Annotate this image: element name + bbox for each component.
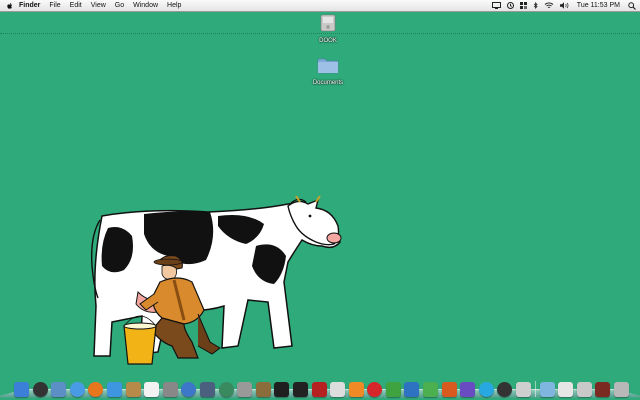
status-area: Tue 11:53 PM [486,0,636,11]
wifi-icon[interactable] [544,2,554,9]
dock-address-book-icon[interactable] [125,382,141,397]
dock-trash-icon[interactable] [614,382,629,397]
screen-mirror-icon[interactable] [491,2,501,9]
dock-preview-icon[interactable] [51,382,67,397]
dock-finder-icon[interactable] [14,382,29,397]
spotlight-search-icon[interactable] [628,1,636,10]
menu-clock[interactable]: Tue 11:53 PM [577,2,620,9]
dock-downloads-stack-icon[interactable] [595,382,611,397]
dock-transmission-icon[interactable] [330,382,346,397]
dock-spaces-icon[interactable] [199,382,215,397]
dock-word-icon[interactable] [404,382,420,397]
folder-icon [317,58,339,74]
dock-dashboard-icon[interactable] [32,382,48,397]
dock-vlc-icon[interactable] [348,382,364,397]
dock-system-preferences-icon[interactable] [162,382,178,397]
spaces-icon[interactable] [519,2,527,9]
dock-ical-icon[interactable] [144,382,160,397]
menu-app-finder[interactable]: Finder [19,0,40,11]
wallpaper-cow-milking-illustration [90,196,342,365]
menu-window[interactable]: Window [133,0,158,11]
dock-skype-icon[interactable] [478,382,494,397]
dock-excel-icon[interactable] [385,382,401,397]
dock-time-machine-icon[interactable] [218,382,234,397]
menu-file[interactable]: File [49,0,60,11]
dock-firefox-icon[interactable] [88,382,104,397]
menu-bar: Finder File Edit View Go Window Help Tue… [0,0,640,12]
dock-applications-folder-icon[interactable] [539,382,555,397]
dock-photo-booth-icon[interactable] [311,382,327,397]
dock-numbers-icon[interactable] [423,382,439,397]
dock-terminal-icon[interactable] [292,382,308,397]
dock-separator [534,381,536,397]
menu-edit[interactable]: Edit [70,0,82,11]
dock-activity-monitor-icon[interactable] [274,382,290,397]
desktop-icon-label: DOOK [319,38,337,44]
desktop-icon-label: Documents [312,80,344,86]
dock-itunes-icon[interactable] [181,382,197,397]
dock-powerpoint-icon[interactable] [441,382,457,397]
dock [14,375,634,397]
dock-keynote-icon[interactable] [460,382,476,397]
dock-safari-icon[interactable] [69,382,85,397]
apple-menu-icon[interactable] [6,2,14,10]
dock-mail-stack-icon[interactable] [576,382,592,397]
menu-view[interactable]: View [91,0,106,11]
dock-steam-icon[interactable] [497,382,513,397]
volume-icon[interactable] [559,2,569,9]
dock-ichat-icon[interactable] [106,382,122,397]
dock-documents-stack-icon[interactable] [558,382,574,397]
dock-gimp-icon[interactable] [255,382,271,397]
bluetooth-icon[interactable] [533,1,538,10]
dock-file-server-icon[interactable] [516,382,532,397]
desktop-icon-documents[interactable]: Documents [306,56,350,86]
desktop-icon-dook[interactable]: DOOK [306,14,350,44]
dock-lastfm-icon[interactable] [367,382,383,397]
hard-drive-icon [320,14,336,32]
menu-help[interactable]: Help [167,0,181,11]
menu-go[interactable]: Go [115,0,124,11]
dock-bootcamp-icon[interactable] [237,382,253,397]
time-machine-icon[interactable] [506,2,514,9]
